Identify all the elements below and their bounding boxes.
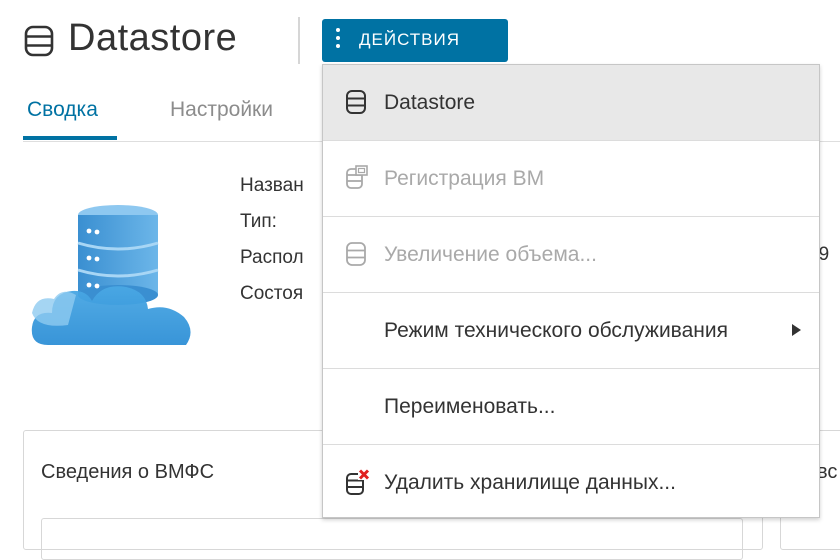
menu-item-label: Увеличение объема... bbox=[384, 243, 597, 266]
menu-item-label: Datastore bbox=[384, 91, 476, 114]
actions-button-label: ДЕЙСТВИЯ bbox=[359, 30, 461, 49]
actions-dropdown-menu: Datastore Регистрация ВМ Увеличение объе… bbox=[322, 64, 820, 518]
kebab-icon bbox=[335, 28, 341, 52]
vmfs-card-content bbox=[41, 518, 743, 560]
submenu-arrow-icon bbox=[792, 324, 801, 336]
properties-list: Назван Тип: Распол Состоя bbox=[240, 168, 304, 312]
menu-item-increase-capacity[interactable]: Увеличение объема... bbox=[323, 217, 819, 293]
tab-summary[interactable]: Сводка bbox=[27, 98, 98, 122]
menu-item-label: Регистрация ВМ bbox=[384, 167, 545, 190]
menu-item-label: Режим технического обслуживания bbox=[384, 319, 728, 342]
menu-item-datastore[interactable]: Datastore bbox=[323, 65, 819, 141]
menu-item-maintenance-mode[interactable]: Режим технического обслуживания bbox=[323, 293, 819, 369]
vmfs-card-title: Сведения о ВМФС bbox=[41, 461, 215, 483]
actions-button[interactable]: ДЕЙСТВИЯ bbox=[322, 19, 508, 62]
menu-item-label: Удалить хранилище данных... bbox=[384, 471, 676, 494]
secondary-card-title: вс bbox=[817, 461, 838, 483]
header-divider bbox=[298, 17, 300, 64]
property-location-label: Распол bbox=[240, 247, 304, 268]
property-name-label: Назван bbox=[240, 175, 304, 196]
register-vm-icon bbox=[345, 165, 368, 191]
datastore-icon bbox=[345, 89, 367, 115]
increase-capacity-icon bbox=[345, 241, 367, 267]
menu-item-delete-datastore[interactable]: Удалить хранилище данных... bbox=[323, 445, 819, 521]
datastore-cloud-illustration bbox=[28, 195, 198, 355]
tab-settings[interactable]: Настройки bbox=[170, 98, 273, 122]
menu-item-register-vm[interactable]: Регистрация ВМ bbox=[323, 141, 819, 217]
menu-item-label: Переименовать... bbox=[384, 395, 556, 418]
menu-item-rename[interactable]: Переименовать... bbox=[323, 369, 819, 445]
property-type-label: Тип: bbox=[240, 211, 277, 232]
datastore-icon bbox=[24, 25, 54, 62]
property-state-label: Состоя bbox=[240, 283, 304, 304]
delete-datastore-icon bbox=[345, 469, 370, 495]
page-title: Datastore bbox=[68, 17, 238, 59]
active-tab-indicator bbox=[23, 136, 117, 140]
